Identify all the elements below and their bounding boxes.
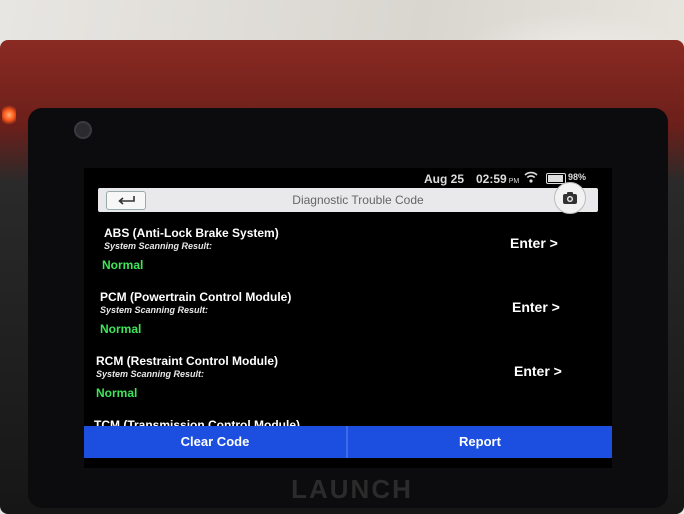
report-button[interactable]: Report bbox=[348, 426, 612, 458]
system-list: ABS (Anti-Lock Brake System) System Scan… bbox=[84, 214, 612, 430]
battery-level: 98% bbox=[568, 172, 587, 182]
list-item[interactable]: RCM (Restraint Control Module) System Sc… bbox=[84, 348, 612, 410]
system-name: ABS (Anti-Lock Brake System) bbox=[104, 226, 279, 240]
scan-status: Normal bbox=[102, 258, 144, 272]
front-camera bbox=[74, 121, 92, 139]
scan-result-label: System Scanning Result: bbox=[100, 305, 209, 315]
enter-button[interactable]: Enter > bbox=[510, 235, 558, 251]
system-name-partial: TCM (Transmission Control Module) bbox=[94, 418, 300, 426]
list-item[interactable]: ABS (Anti-Lock Brake System) System Scan… bbox=[84, 220, 612, 282]
status-date: Aug 25 bbox=[424, 172, 465, 186]
action-bar: Clear Code Report bbox=[84, 426, 612, 458]
enter-button[interactable]: Enter > bbox=[512, 299, 560, 315]
page-title: Diagnostic Trouble Code bbox=[292, 193, 424, 207]
scan-result-label: System Scanning Result: bbox=[104, 241, 213, 251]
system-name: RCM (Restraint Control Module) bbox=[96, 354, 278, 368]
device-screen: Aug 25 02:59 PM 98% Diagnostic Trouble Co… bbox=[84, 168, 612, 468]
title-bar: Diagnostic Trouble Code bbox=[98, 182, 598, 214]
power-led bbox=[2, 104, 16, 126]
wifi-icon bbox=[524, 171, 538, 183]
enter-button[interactable]: Enter > bbox=[514, 363, 562, 379]
list-item[interactable]: PCM (Powertrain Control Module) System S… bbox=[84, 284, 612, 346]
scan-status: Normal bbox=[96, 386, 138, 400]
scan-status: Normal bbox=[100, 322, 142, 336]
scan-result-label: System Scanning Result: bbox=[96, 369, 205, 379]
status-bar: Aug 25 02:59 PM 98% bbox=[84, 168, 612, 186]
back-arrow-icon bbox=[118, 196, 135, 205]
brand-logo: LAUNCH bbox=[291, 474, 413, 504]
system-name: PCM (Powertrain Control Module) bbox=[100, 290, 292, 304]
screenshot-button[interactable] bbox=[554, 182, 586, 214]
clear-code-button[interactable]: Clear Code bbox=[84, 426, 346, 458]
camera-icon bbox=[563, 192, 577, 204]
back-button[interactable] bbox=[106, 191, 146, 210]
status-time: 02:59 PM bbox=[476, 172, 520, 186]
